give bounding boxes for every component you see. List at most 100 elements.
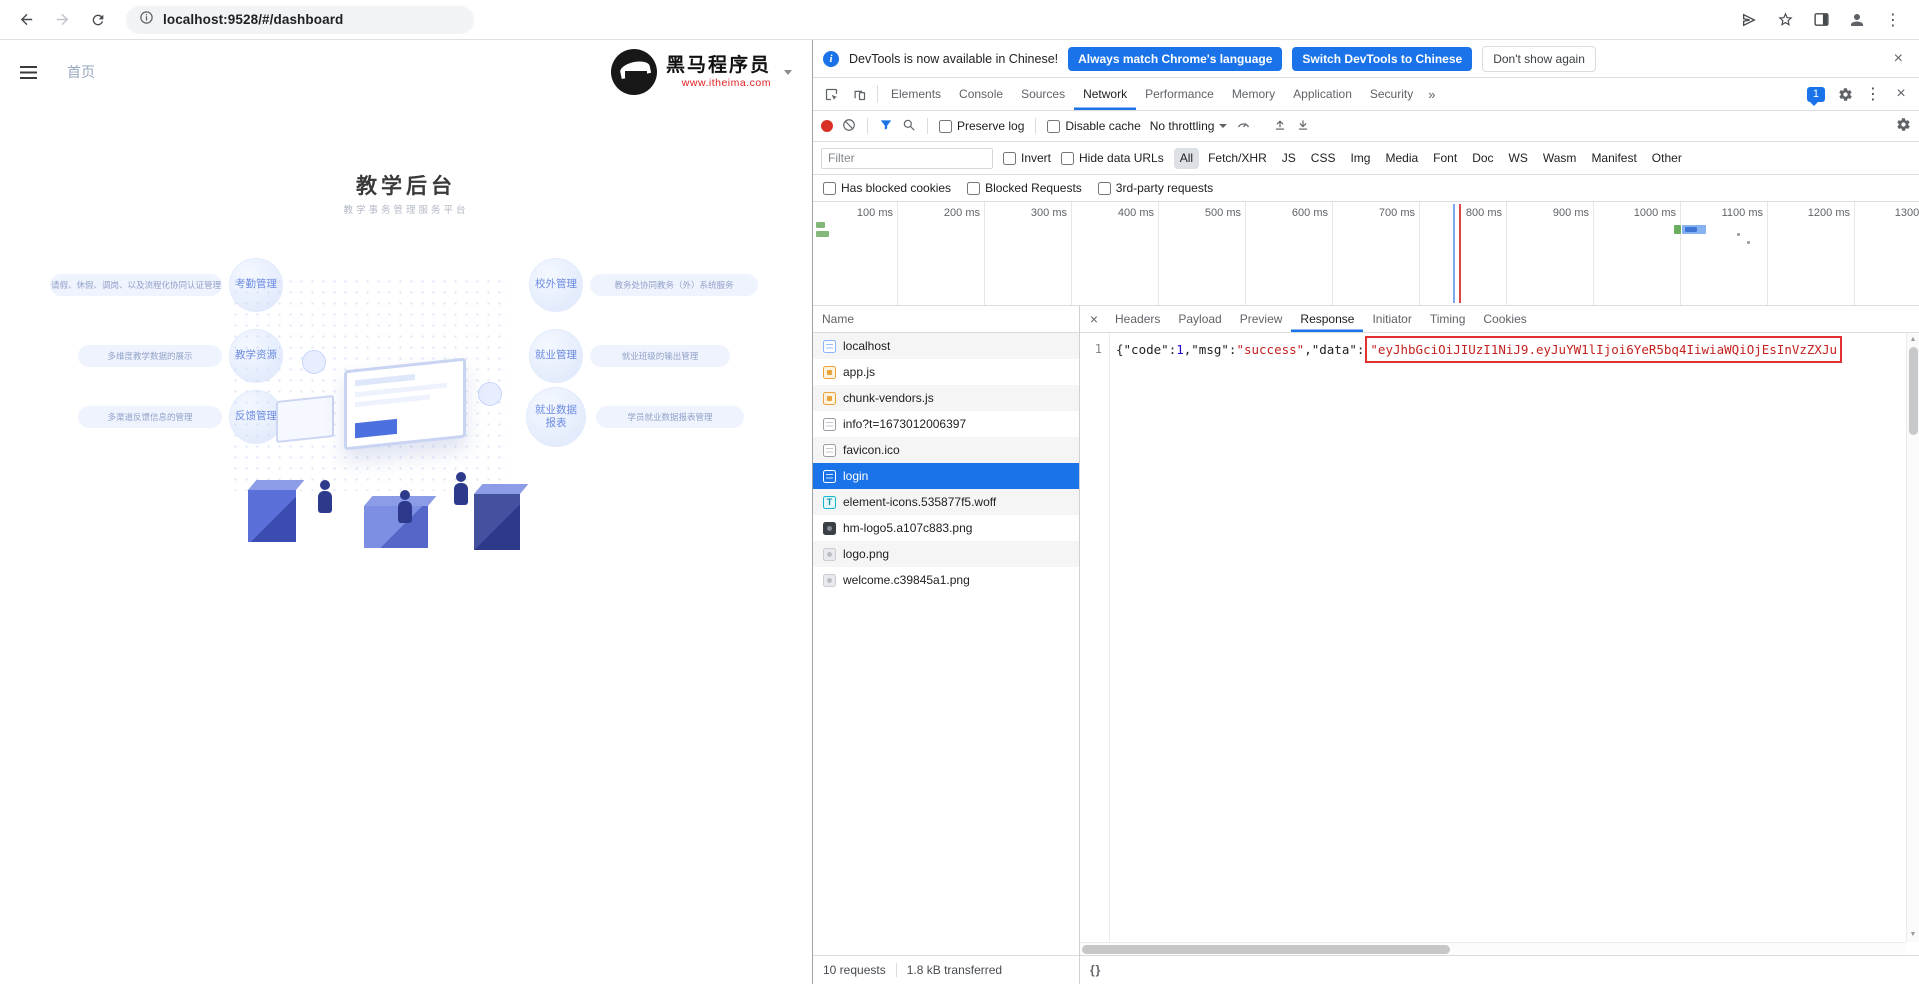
match-language-button[interactable]: Always match Chrome's language <box>1068 47 1282 71</box>
site-info-icon[interactable] <box>139 10 154 30</box>
request-row[interactable]: favicon.ico <box>813 437 1079 463</box>
response-viewer[interactable]: 1 {"code":1,"msg":"success","data":"eyJh… <box>1080 333 1919 942</box>
feature-desc: 教务处协同教务（外）系统服务 <box>590 274 758 296</box>
request-row[interactable]: localhost <box>813 333 1079 359</box>
switch-devtools-chinese-button[interactable]: Switch DevTools to Chinese <box>1292 47 1472 71</box>
filter-input[interactable] <box>821 148 993 169</box>
network-settings-gear-icon[interactable] <box>1896 117 1911 135</box>
request-row[interactable]: app.js <box>813 359 1079 385</box>
tab-console[interactable]: Console <box>950 78 1012 110</box>
breadcrumb[interactable]: 首页 <box>67 62 95 82</box>
has-blocked-cookies-input[interactable] <box>823 182 836 195</box>
tab-sources[interactable]: Sources <box>1012 78 1074 110</box>
clear-icon[interactable] <box>842 118 856 135</box>
sidebar-toggle-icon[interactable] <box>20 66 37 79</box>
tab-timing[interactable]: Timing <box>1421 306 1475 332</box>
forward-button[interactable] <box>46 4 78 36</box>
type-filter-other[interactable]: Other <box>1646 148 1688 169</box>
brand-block[interactable]: 黑马程序员 www.itheima.com <box>611 49 792 95</box>
export-har-icon[interactable] <box>1296 118 1310 135</box>
tab-performance[interactable]: Performance <box>1136 78 1223 110</box>
third-party-requests-checkbox[interactable]: 3rd-party requests <box>1098 181 1213 195</box>
filter-funnel-icon[interactable] <box>879 118 893 135</box>
request-row[interactable]: logo.png <box>813 541 1079 567</box>
devtools-close-icon[interactable]: × <box>1887 78 1915 110</box>
type-filter-wasm[interactable]: Wasm <box>1537 148 1583 169</box>
throttling-select[interactable]: No throttling <box>1150 119 1228 133</box>
domcontentloaded-marker <box>1453 204 1455 303</box>
tab-response[interactable]: Response <box>1291 306 1363 332</box>
tab-headers[interactable]: Headers <box>1106 306 1169 332</box>
back-button[interactable] <box>10 4 42 36</box>
tab-elements[interactable]: Elements <box>882 78 950 110</box>
record-icon[interactable] <box>821 120 833 132</box>
has-blocked-cookies-checkbox[interactable]: Has blocked cookies <box>823 181 951 195</box>
request-row[interactable]: hm-logo5.a107c883.png <box>813 515 1079 541</box>
type-filter-all[interactable]: All <box>1174 148 1199 169</box>
type-filter-css[interactable]: CSS <box>1305 148 1342 169</box>
third-party-requests-input[interactable] <box>1098 182 1111 195</box>
more-tabs-icon[interactable]: » <box>1422 78 1441 110</box>
devtools-menu-icon[interactable]: ⋮ <box>1859 78 1887 110</box>
format-button[interactable]: {} <box>1090 963 1101 977</box>
dont-show-again-button[interactable]: Don't show again <box>1482 46 1596 72</box>
type-filter-img[interactable]: Img <box>1344 148 1376 169</box>
name-column-header[interactable]: Name <box>813 306 1079 333</box>
scroll-down-icon[interactable]: ▼ <box>1910 928 1917 942</box>
hide-data-urls-checkbox[interactable]: Hide data URLs <box>1061 151 1164 165</box>
disable-cache-input[interactable] <box>1047 120 1060 133</box>
hide-data-urls-input[interactable] <box>1061 152 1074 165</box>
request-row[interactable]: info?t=1673012006397 <box>813 411 1079 437</box>
profile-avatar[interactable] <box>1841 4 1873 36</box>
type-filter-ws[interactable]: WS <box>1503 148 1534 169</box>
address-bar[interactable]: localhost:9528/#/dashboard <box>126 6 474 34</box>
network-conditions-icon[interactable] <box>1236 117 1251 135</box>
blocked-requests-checkbox[interactable]: Blocked Requests <box>967 181 1082 195</box>
preserve-log-input[interactable] <box>939 120 952 133</box>
infobar-close-icon[interactable]: × <box>1888 49 1909 69</box>
tab-cookies[interactable]: Cookies <box>1474 306 1535 332</box>
share-icon[interactable] <box>1733 4 1765 36</box>
preserve-log-checkbox[interactable]: Preserve log <box>939 119 1024 133</box>
vertical-scrollbar-thumb[interactable] <box>1909 347 1918 435</box>
request-row[interactable]: Telement-icons.535877f5.woff <box>813 489 1079 515</box>
vertical-scrollbar[interactable]: ▲ ▼ <box>1906 333 1919 942</box>
issues-counter-icon[interactable]: 1 <box>1807 87 1825 102</box>
invert-checkbox[interactable]: Invert <box>1003 151 1051 165</box>
network-overview-timeline[interactable]: 100 ms200 ms300 ms400 ms500 ms600 ms700 … <box>813 202 1919 306</box>
close-detail-icon[interactable]: × <box>1082 306 1106 332</box>
scroll-up-icon[interactable]: ▲ <box>1910 333 1917 347</box>
type-filter-js[interactable]: JS <box>1276 148 1302 169</box>
tab-preview[interactable]: Preview <box>1231 306 1292 332</box>
request-row-selected[interactable]: login <box>813 463 1079 489</box>
request-row[interactable]: chunk-vendors.js <box>813 385 1079 411</box>
tab-network[interactable]: Network <box>1074 78 1136 110</box>
invert-input[interactable] <box>1003 152 1016 165</box>
bookmark-star-icon[interactable] <box>1769 4 1801 36</box>
tab-initiator[interactable]: Initiator <box>1363 306 1420 332</box>
type-filter-media[interactable]: Media <box>1379 148 1424 169</box>
search-icon[interactable] <box>902 118 916 135</box>
reload-button[interactable] <box>82 4 114 36</box>
request-row[interactable]: welcome.c39845a1.png <box>813 567 1079 593</box>
horizontal-scrollbar-thumb[interactable] <box>1082 945 1450 954</box>
tab-memory[interactable]: Memory <box>1223 78 1284 110</box>
import-har-icon[interactable] <box>1273 118 1287 135</box>
inspect-element-icon[interactable] <box>817 78 845 110</box>
type-filter-doc[interactable]: Doc <box>1466 148 1499 169</box>
chevron-down-icon[interactable] <box>784 70 792 75</box>
browser-menu-icon[interactable]: ⋮ <box>1877 4 1909 36</box>
tab-payload[interactable]: Payload <box>1169 306 1230 332</box>
tab-security[interactable]: Security <box>1361 78 1422 110</box>
devtools-settings-gear-icon[interactable] <box>1831 78 1859 110</box>
tab-application[interactable]: Application <box>1284 78 1361 110</box>
type-filter-manifest[interactable]: Manifest <box>1585 148 1642 169</box>
type-filter-font[interactable]: Font <box>1427 148 1463 169</box>
side-panel-icon[interactable] <box>1805 4 1837 36</box>
blocked-requests-input[interactable] <box>967 182 980 195</box>
xhr-icon <box>823 470 836 483</box>
device-toolbar-icon[interactable] <box>845 78 873 110</box>
horizontal-scrollbar[interactable] <box>1080 942 1906 955</box>
disable-cache-checkbox[interactable]: Disable cache <box>1047 119 1140 133</box>
type-filter-fetch-xhr[interactable]: Fetch/XHR <box>1202 148 1273 169</box>
